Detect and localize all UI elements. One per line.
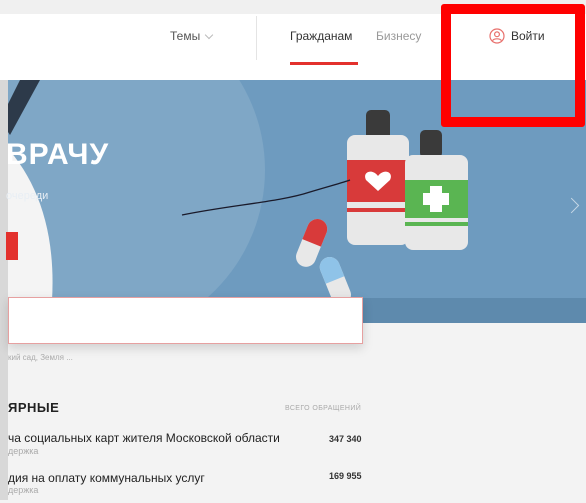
page: Темы Гражданам Бизнесу Войти ВРАЧУ очере…	[0, 0, 586, 503]
hero-title: ВРАЧУ	[6, 138, 110, 171]
active-tab-indicator	[290, 62, 358, 65]
tab-citizens[interactable]: Гражданам	[290, 29, 352, 43]
chevron-down-icon	[204, 30, 214, 39]
search-box[interactable]	[8, 297, 363, 344]
hero-subtitle: очереди	[6, 190, 49, 202]
popular-item-count: 169 955	[329, 471, 362, 481]
total-requests-label: ВСЕГО ОБРАЩЕНИЙ	[285, 405, 362, 412]
highlight-box	[441, 4, 585, 127]
topics-label: Темы	[170, 29, 201, 43]
popular-item-title[interactable]: ча социальных карт жителя Московской обл…	[8, 431, 280, 445]
popular-title: ЯРНЫЕ	[8, 400, 60, 415]
popular-item-count: 347 340	[329, 434, 362, 444]
search-input[interactable]	[9, 298, 362, 343]
popular-item-subtitle: держка	[8, 485, 39, 495]
topics-menu[interactable]: Темы	[170, 29, 214, 43]
popular-item-title[interactable]: дия на оплату коммунальных услуг	[8, 471, 205, 485]
tab-business[interactable]: Бизнесу	[376, 29, 421, 43]
search-hint[interactable]: кий сад, Земля ...	[8, 353, 73, 362]
hero-cta-button[interactable]	[6, 232, 18, 260]
popular-item-subtitle: держка	[8, 446, 39, 456]
header-divider	[256, 16, 257, 60]
